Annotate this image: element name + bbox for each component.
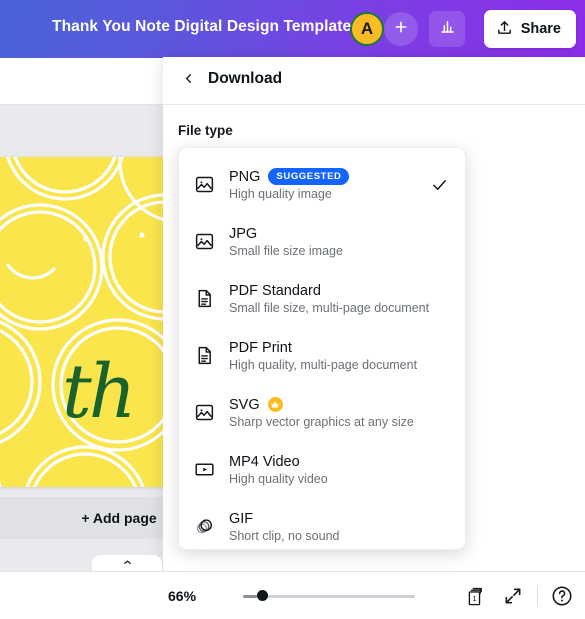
file-type-option-png[interactable]: PNG SUGGESTED High quality image (179, 156, 465, 213)
file-type-dropdown: PNG SUGGESTED High quality image JPG Sma… (178, 147, 466, 550)
zoom-slider-track (243, 595, 415, 598)
file-type-title-row: PDF Print (229, 340, 417, 356)
gif-icon (193, 516, 215, 538)
bar-chart-icon (438, 17, 457, 41)
file-type-name: PNG (229, 168, 261, 185)
file-type-label: File type (178, 123, 233, 138)
file-type-description: Short clip, no sound (229, 528, 340, 543)
file-type-description: Small file size image (229, 243, 343, 258)
pages-icon: 1 (466, 587, 488, 612)
app-root: Thank You Note Digital Design Template A (0, 0, 585, 619)
app-header: Thank You Note Digital Design Template A (0, 0, 585, 58)
design-page[interactable]: th (0, 157, 180, 487)
zoom-slider-handle[interactable] (257, 590, 268, 601)
file-type-texts: GIF Short clip, no sound (229, 511, 340, 543)
pro-crown-icon (267, 397, 283, 412)
file-type-name: GIF (229, 510, 254, 527)
file-type-title-row: SVG (229, 397, 414, 413)
file-type-description: Sharp vector graphics at any size (229, 414, 414, 429)
add-page-label: + Add page (81, 510, 157, 526)
document-icon (193, 288, 215, 310)
file-type-name: JPG (229, 225, 258, 242)
chevron-left-icon (181, 71, 196, 91)
collapse-pages-tab[interactable] (92, 555, 162, 571)
help-button[interactable] (551, 585, 573, 607)
upload-icon (496, 19, 513, 40)
file-type-title-row: PDF Standard (229, 283, 429, 299)
file-type-name: PDF Print (229, 339, 292, 356)
analytics-button[interactable] (429, 11, 465, 47)
page-script-text[interactable]: th (62, 355, 136, 429)
file-type-texts: SVG Sharp vector graphics at any size (229, 397, 414, 429)
question-circle-icon (551, 586, 573, 611)
file-type-texts: PDF Standard Small file size, multi-page… (229, 283, 429, 315)
image-icon (193, 174, 215, 196)
video-icon (193, 459, 215, 481)
expand-icon (503, 588, 523, 610)
file-type-description: High quality video (229, 471, 328, 486)
avatar[interactable]: A (350, 12, 384, 46)
file-type-texts: PNG SUGGESTED High quality image (229, 168, 350, 201)
file-type-title-row: MP4 Video (229, 454, 328, 470)
file-type-option-gif[interactable]: GIF Short clip, no sound (179, 498, 465, 549)
file-type-option-pdf-standard[interactable]: PDF Standard Small file size, multi-page… (179, 270, 465, 327)
file-type-option-pdf-print[interactable]: PDF Print High quality, multi-page docum… (179, 327, 465, 384)
svg-text:1: 1 (472, 594, 476, 603)
zoom-level-label[interactable]: 66% (168, 588, 196, 604)
file-type-description: High quality image (229, 187, 332, 201)
avatar-initial: A (360, 19, 374, 38)
file-type-option-svg[interactable]: SVG Sharp vector graphics at any size (179, 384, 465, 441)
file-type-title-row: PNG SUGGESTED (229, 168, 350, 185)
file-type-name: MP4 Video (229, 453, 300, 470)
file-type-title-row: JPG (229, 226, 343, 242)
zoom-slider[interactable] (243, 590, 415, 601)
download-panel-header: Download (163, 57, 585, 105)
file-type-option-jpg[interactable]: JPG Small file size image (179, 213, 465, 270)
bottom-bar: 66% 1 (0, 571, 585, 619)
file-type-texts: PDF Print High quality, multi-page docum… (229, 340, 417, 372)
file-type-texts: JPG Small file size image (229, 226, 343, 258)
file-type-option-mp4-video[interactable]: MP4 Video High quality video (179, 441, 465, 498)
suggested-badge: SUGGESTED (268, 168, 350, 185)
image-icon (193, 231, 215, 253)
download-panel: Download File type PNG SUGGESTED High qu… (163, 57, 585, 571)
document-icon (193, 345, 215, 367)
zoom-slider-fill (243, 595, 257, 598)
file-type-title-row: GIF (229, 511, 340, 527)
add-collaborator-button[interactable] (384, 12, 418, 46)
bottom-bar-divider (537, 585, 538, 607)
plus-icon (393, 19, 409, 40)
image-icon (193, 402, 215, 424)
download-panel-title: Download (208, 70, 283, 87)
file-type-texts: MP4 Video High quality video (229, 454, 328, 486)
share-label: Share (520, 21, 561, 37)
file-type-name: SVG (229, 396, 260, 413)
document-title[interactable]: Thank You Note Digital Design Template (52, 18, 351, 36)
check-icon (431, 176, 448, 193)
file-type-name: PDF Standard (229, 282, 321, 299)
file-type-description: Small file size, multi-page document (229, 300, 430, 315)
fullscreen-button[interactable] (503, 586, 523, 606)
share-button[interactable]: Share (483, 10, 576, 48)
file-type-description: High quality, multi-page document (229, 357, 418, 372)
page-manager-button[interactable]: 1 (466, 586, 488, 608)
back-button[interactable] (176, 69, 200, 93)
smiley-pattern (0, 157, 180, 487)
